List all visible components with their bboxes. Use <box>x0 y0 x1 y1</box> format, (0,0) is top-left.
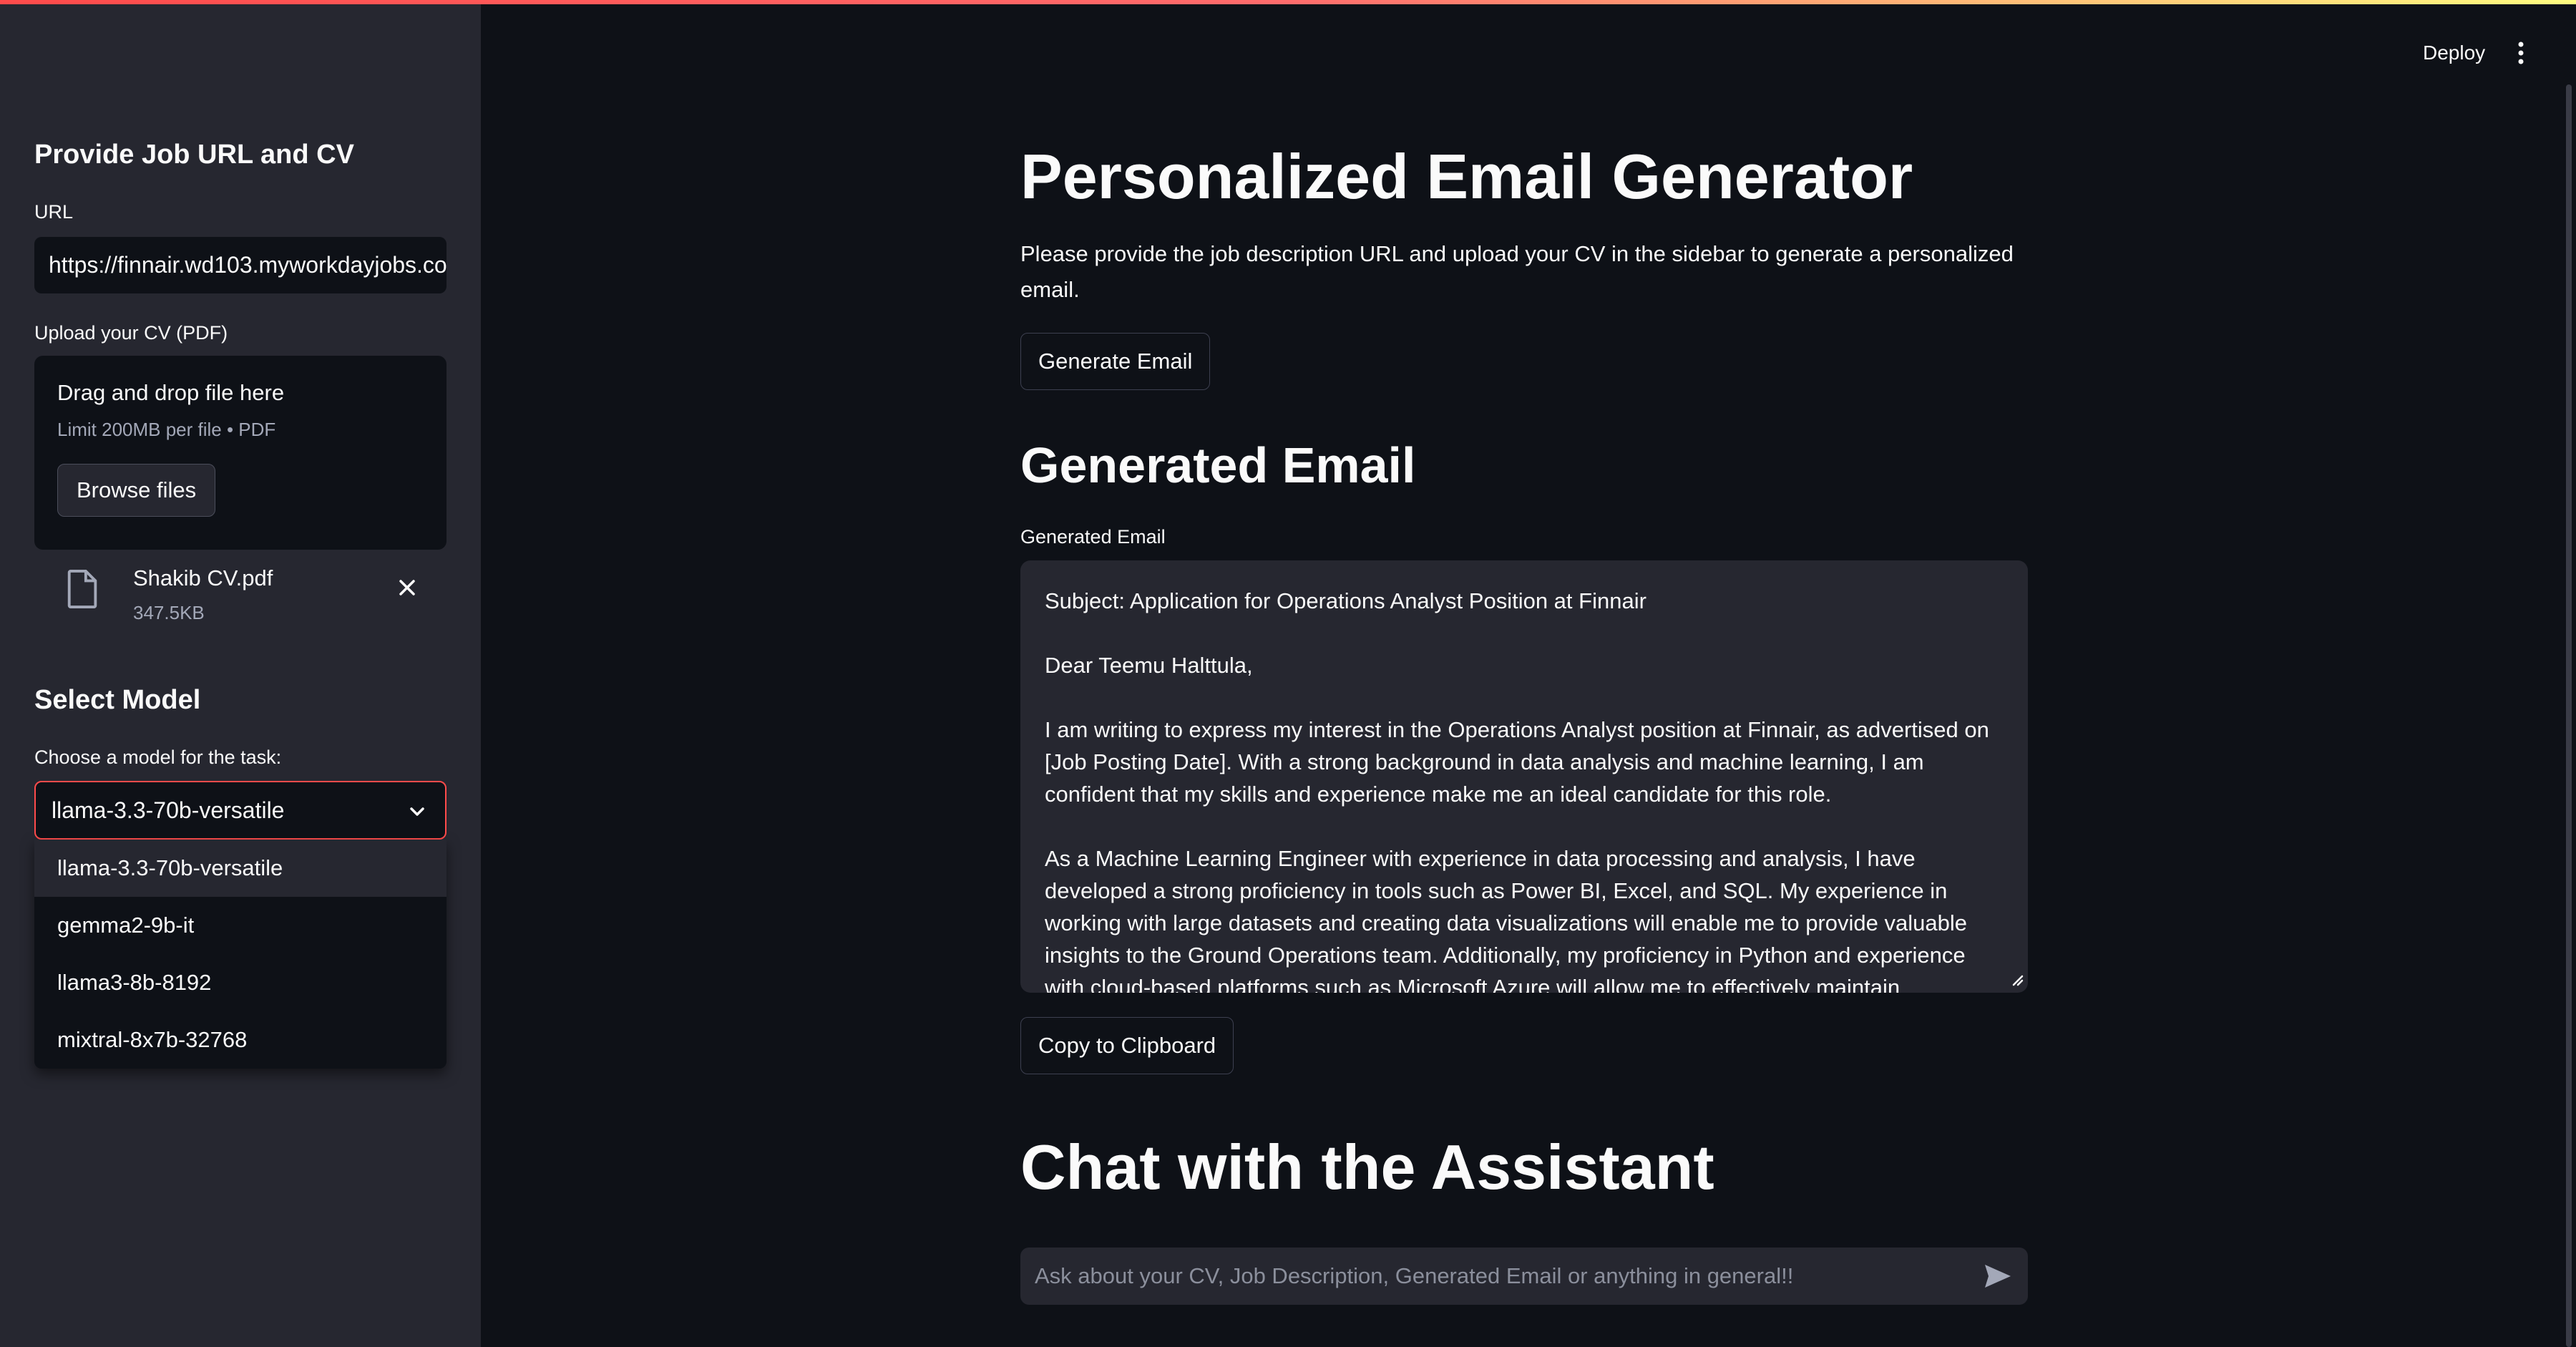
model-select[interactable]: llama-3.3-70b-versatile <box>34 781 447 840</box>
browse-files-button[interactable]: Browse files <box>57 464 216 517</box>
send-icon[interactable] <box>1984 1263 2012 1295</box>
file-name: Shakib CV.pdf <box>133 565 273 590</box>
file-dropzone[interactable]: Drag and drop file here Limit 200MB per … <box>34 356 447 550</box>
chevron-down-icon <box>406 801 428 828</box>
resize-handle-icon[interactable] <box>2011 973 2024 990</box>
url-input[interactable]: https://finnair.wd103.myworkdayjobs.co <box>34 237 447 293</box>
url-label: URL <box>34 201 74 223</box>
main-scrollbar[interactable] <box>2566 84 2572 1347</box>
copy-to-clipboard-button[interactable]: Copy to Clipboard <box>1020 1017 1234 1074</box>
generated-email-textarea[interactable]: Subject: Application for Operations Anal… <box>1020 560 2028 993</box>
model-option[interactable]: llama3-8b-8192 <box>34 954 447 1011</box>
file-size: 347.5KB <box>133 602 205 623</box>
chat-input-placeholder: Ask about your CV, Job Description, Gene… <box>1035 1263 1794 1288</box>
uploaded-file: Shakib CV.pdf 347.5KB <box>34 563 447 628</box>
email-paragraph: I am writing to express my interest in t… <box>1045 717 1996 807</box>
model-heading: Select Model <box>34 685 201 715</box>
generate-email-button[interactable]: Generate Email <box>1020 333 1211 390</box>
model-option[interactable]: mixtral-8x7b-32768 <box>34 1011 447 1069</box>
upload-limit-text: Limit 200MB per file • PDF <box>57 419 276 440</box>
email-greeting: Dear Teemu Halttula, <box>1045 653 1253 678</box>
generated-email-label: Generated Email <box>1020 526 1166 548</box>
sidebar: Provide Job URL and CV URL https://finna… <box>0 0 481 1347</box>
model-select-value: llama-3.3-70b-versatile <box>52 797 285 823</box>
model-option[interactable]: gemma2-9b-it <box>34 897 447 954</box>
generated-email-heading: Generated Email <box>1020 437 1416 493</box>
intro-text: Please provide the job description URL a… <box>1020 241 2014 302</box>
model-dropdown-menu: llama-3.3-70b-versatile gemma2-9b-it lla… <box>34 840 447 1069</box>
model-label: Choose a model for the task: <box>34 747 282 768</box>
chat-input[interactable]: Ask about your CV, Job Description, Gene… <box>1020 1248 2028 1305</box>
sidebar-heading: Provide Job URL and CV <box>34 140 354 170</box>
email-subject: Subject: Application for Operations Anal… <box>1045 588 1646 613</box>
more-menu-icon[interactable] <box>2515 40 2527 69</box>
deploy-button[interactable]: Deploy <box>2423 42 2485 64</box>
file-icon <box>66 570 100 612</box>
app-top-accent-bar <box>0 0 2576 4</box>
page-title: Personalized Email Generator <box>1020 141 1913 212</box>
dropzone-text: Drag and drop file here <box>57 380 285 405</box>
model-option[interactable]: llama-3.3-70b-versatile <box>34 840 447 897</box>
email-paragraph: As a Machine Learning Engineer with expe… <box>1045 846 1967 993</box>
chat-heading: Chat with the Assistant <box>1020 1132 1714 1202</box>
close-icon[interactable] <box>396 577 418 602</box>
upload-label: Upload your CV (PDF) <box>34 322 228 344</box>
